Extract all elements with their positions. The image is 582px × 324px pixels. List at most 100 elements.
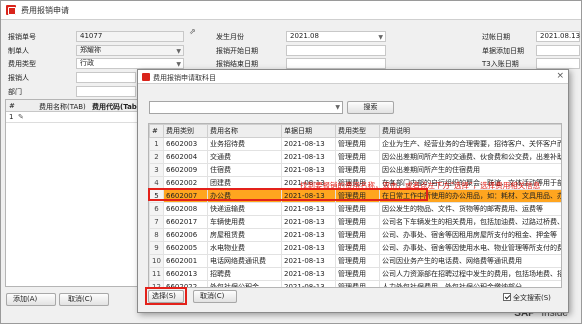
category-cell: 6602003	[163, 137, 208, 151]
col-header-index[interactable]: #	[149, 124, 164, 138]
name-cell: 房屋租赁费	[207, 228, 282, 242]
search-button[interactable]: 搜索	[347, 101, 394, 114]
account-table: # 费用类别 费用名称 单据日期 费用类型 费用说明 1 6602003 业务招待费…	[149, 124, 561, 287]
name-cell: 车辆使用费	[207, 215, 282, 229]
row-number: 11	[149, 267, 164, 281]
row-number: 9	[149, 241, 164, 255]
checkbox-checked-icon	[503, 293, 511, 301]
category-cell: 6602009	[163, 163, 208, 177]
table-row[interactable]: 1 6602003 业务招待费 2021-08-13 管理费用 企业为生产、经营业务的合理…	[149, 137, 561, 151]
choose-account-dialog: 费用报销申请取科目 × ▼ 搜索 # 费用类别 费用名称 单据日期 费用类型 费…	[137, 69, 569, 313]
table-row[interactable]: 6 6602008 快递运输费 2021-08-13 管理费用 因公发生的物品、文件、货物…	[149, 202, 561, 216]
desc-cell: 公司因业务产生的电话费、网络费等通讯费用	[379, 254, 561, 268]
expense-lines-grid[interactable]: # 费用名称(TAB) 费用代码(Tab) 1 ✎	[5, 99, 145, 287]
category-cell: 6602001	[163, 254, 208, 268]
table-row[interactable]: 2 6602004 交通费 2021-08-13 管理费用 因公出差期间所产生的交通费、伙…	[149, 150, 561, 164]
col-header-type[interactable]: 费用类型	[335, 124, 380, 138]
table-row[interactable]: 12 6602022 外包社保公积金 2021-08-13 管理费用 人力外包社保费用，外…	[149, 280, 561, 287]
table-header-row: # 费用类别 费用名称 单据日期 费用类型 费用说明	[149, 124, 561, 138]
chevron-down-icon: ▼	[335, 104, 340, 111]
table-row[interactable]: 9 6602005 水电物业费 2021-08-13 管理费用 公司、办事处、宿舍等因使用…	[149, 241, 561, 255]
date-cell: 2021-08-13	[281, 267, 336, 281]
category-cell: 6602013	[163, 267, 208, 281]
table-row[interactable]: 5 6602007 办公费 2021-08-13 管理费用 在日常工作中所使用的办公用品，…	[149, 189, 561, 203]
category-cell: 6602006	[163, 228, 208, 242]
name-cell: 外包社保公积金	[207, 280, 282, 287]
desc-cell: 公司、办事处、宿舍等因使用水电、物业管理等所支付的费用	[379, 241, 561, 255]
cancel-button-label: 取消(C)	[68, 295, 93, 303]
month-label: 发生月份	[216, 33, 244, 41]
date-cell: 2021-08-13	[281, 150, 336, 164]
app-icon	[142, 73, 150, 81]
name-cell: 招聘费	[207, 267, 282, 281]
dialog-titlebar: 费用报销申请取科目 ×	[138, 70, 568, 84]
table-row[interactable]: 3 6602009 住宿费 2021-08-13 管理费用 因公出差期间所产生的住宿费用	[149, 163, 561, 177]
date-cell: 2021-08-13	[281, 137, 336, 151]
account-grid[interactable]: # 费用类别 费用名称 单据日期 费用类型 费用说明 1 6602003 业务招待费…	[148, 123, 562, 288]
close-icon[interactable]: ×	[556, 71, 564, 81]
type-cell: 管理费用	[335, 280, 380, 287]
type-cell: 管理费用	[335, 254, 380, 268]
table-row[interactable]: 10 6602001 电话网络费通讯费 2021-08-13 管理费用 公司因业务产生的电…	[149, 254, 561, 268]
col-header-desc[interactable]: 费用说明	[379, 124, 561, 138]
date-cell: 2021-08-13	[281, 189, 336, 203]
row-number: 1	[9, 113, 14, 121]
cancel-button[interactable]: 取消(C)	[59, 293, 109, 306]
in-date-field[interactable]	[536, 58, 580, 69]
col-header-category[interactable]: 费用类别	[163, 124, 208, 138]
chevron-down-icon: ▼	[176, 61, 181, 68]
date-cell: 2021-08-13	[281, 228, 336, 242]
name-cell: 团建费	[207, 176, 282, 190]
col-header-fee-code[interactable]: 费用代码(Tab)	[92, 102, 140, 112]
row-number: 10	[149, 254, 164, 268]
claimant-field[interactable]	[76, 72, 136, 83]
table-row[interactable]: 11 6602013 招聘费 2021-08-13 管理费用 公司人力资源部在招聘过程中发…	[149, 267, 561, 281]
name-cell: 交通费	[207, 150, 282, 164]
desc-cell: 因公出差期间所产生的住宿费用	[379, 163, 561, 177]
end-date-field[interactable]	[286, 58, 386, 69]
col-header-name[interactable]: 费用名称	[207, 124, 282, 138]
maker-field[interactable]: 郑耀祢 ▼	[76, 45, 184, 56]
instruction-annotation: 找到要报销的费用名称，双击，或者点左下方“选择”，选择费用相关信息	[300, 181, 541, 190]
dialog-cancel-button[interactable]: 取消(C)	[193, 290, 237, 303]
category-cell: 6602007	[163, 189, 208, 203]
fulltext-search-label: 全文搜索(S)	[513, 294, 551, 302]
month-value: 2021.08	[290, 32, 319, 40]
search-input[interactable]: ▼	[149, 101, 343, 114]
link-arrow-icon[interactable]: ⇗	[189, 27, 196, 36]
claimant-label: 报销人	[8, 74, 29, 82]
col-header-date[interactable]: 单据日期	[281, 124, 336, 138]
type-cell: 管理费用	[335, 189, 380, 203]
table-row[interactable]: 8 6602006 房屋租赁费 2021-08-13 管理费用 公司、办事处、宿舍等因租用…	[149, 228, 561, 242]
dept-field[interactable]	[76, 86, 136, 97]
name-cell: 业务招待费	[207, 137, 282, 151]
row-number: 1	[149, 137, 164, 151]
add-button-label: 添加(A)	[13, 295, 38, 303]
add-button[interactable]: 添加(A)	[6, 293, 56, 306]
post-date-field[interactable]: 2021.08.13	[536, 31, 580, 42]
desc-cell: 人力外包社保费用，外包社保公积金缴纳部分	[379, 280, 561, 287]
row-number: 3	[149, 163, 164, 177]
month-field[interactable]: 2021.08 ▼	[286, 31, 386, 42]
fee-type-label: 费用类型	[8, 60, 36, 68]
category-cell: 6602005	[163, 241, 208, 255]
name-cell: 水电物业费	[207, 241, 282, 255]
choose-button[interactable]: 选择(S)	[148, 290, 184, 303]
add-date-field[interactable]	[536, 45, 580, 56]
start-date-field[interactable]	[286, 45, 386, 56]
col-header-fee-name[interactable]: 费用名称(TAB)	[39, 102, 86, 112]
name-cell: 快递运输费	[207, 202, 282, 216]
table-row[interactable]: 7 6602017 车辆使用费 2021-08-13 管理费用 公司名下车辆发生的相关费用…	[149, 215, 561, 229]
table-row[interactable]: 1 ✎	[6, 112, 144, 123]
post-date-label: 过帐日期	[482, 33, 510, 41]
doc-no-field[interactable]: 41077	[76, 31, 184, 42]
category-cell: 6602008	[163, 202, 208, 216]
add-date-label: 单据添加日期	[482, 47, 524, 55]
start-date-label: 报销开始日期	[216, 47, 258, 55]
fee-type-select[interactable]: 行政 ▼	[76, 58, 184, 69]
app-icon	[6, 5, 16, 15]
desc-cell: 企业为生产、经营业务的合理需要，招待客户、关怀客户而支付的	[379, 137, 561, 151]
end-date-label: 报销结束日期	[216, 60, 258, 68]
fulltext-search-checkbox[interactable]: 全文搜索(S)	[503, 293, 551, 303]
desc-cell: 因公出差期间所产生的交通费、伙食费和公交费，出差补助等费用	[379, 150, 561, 164]
